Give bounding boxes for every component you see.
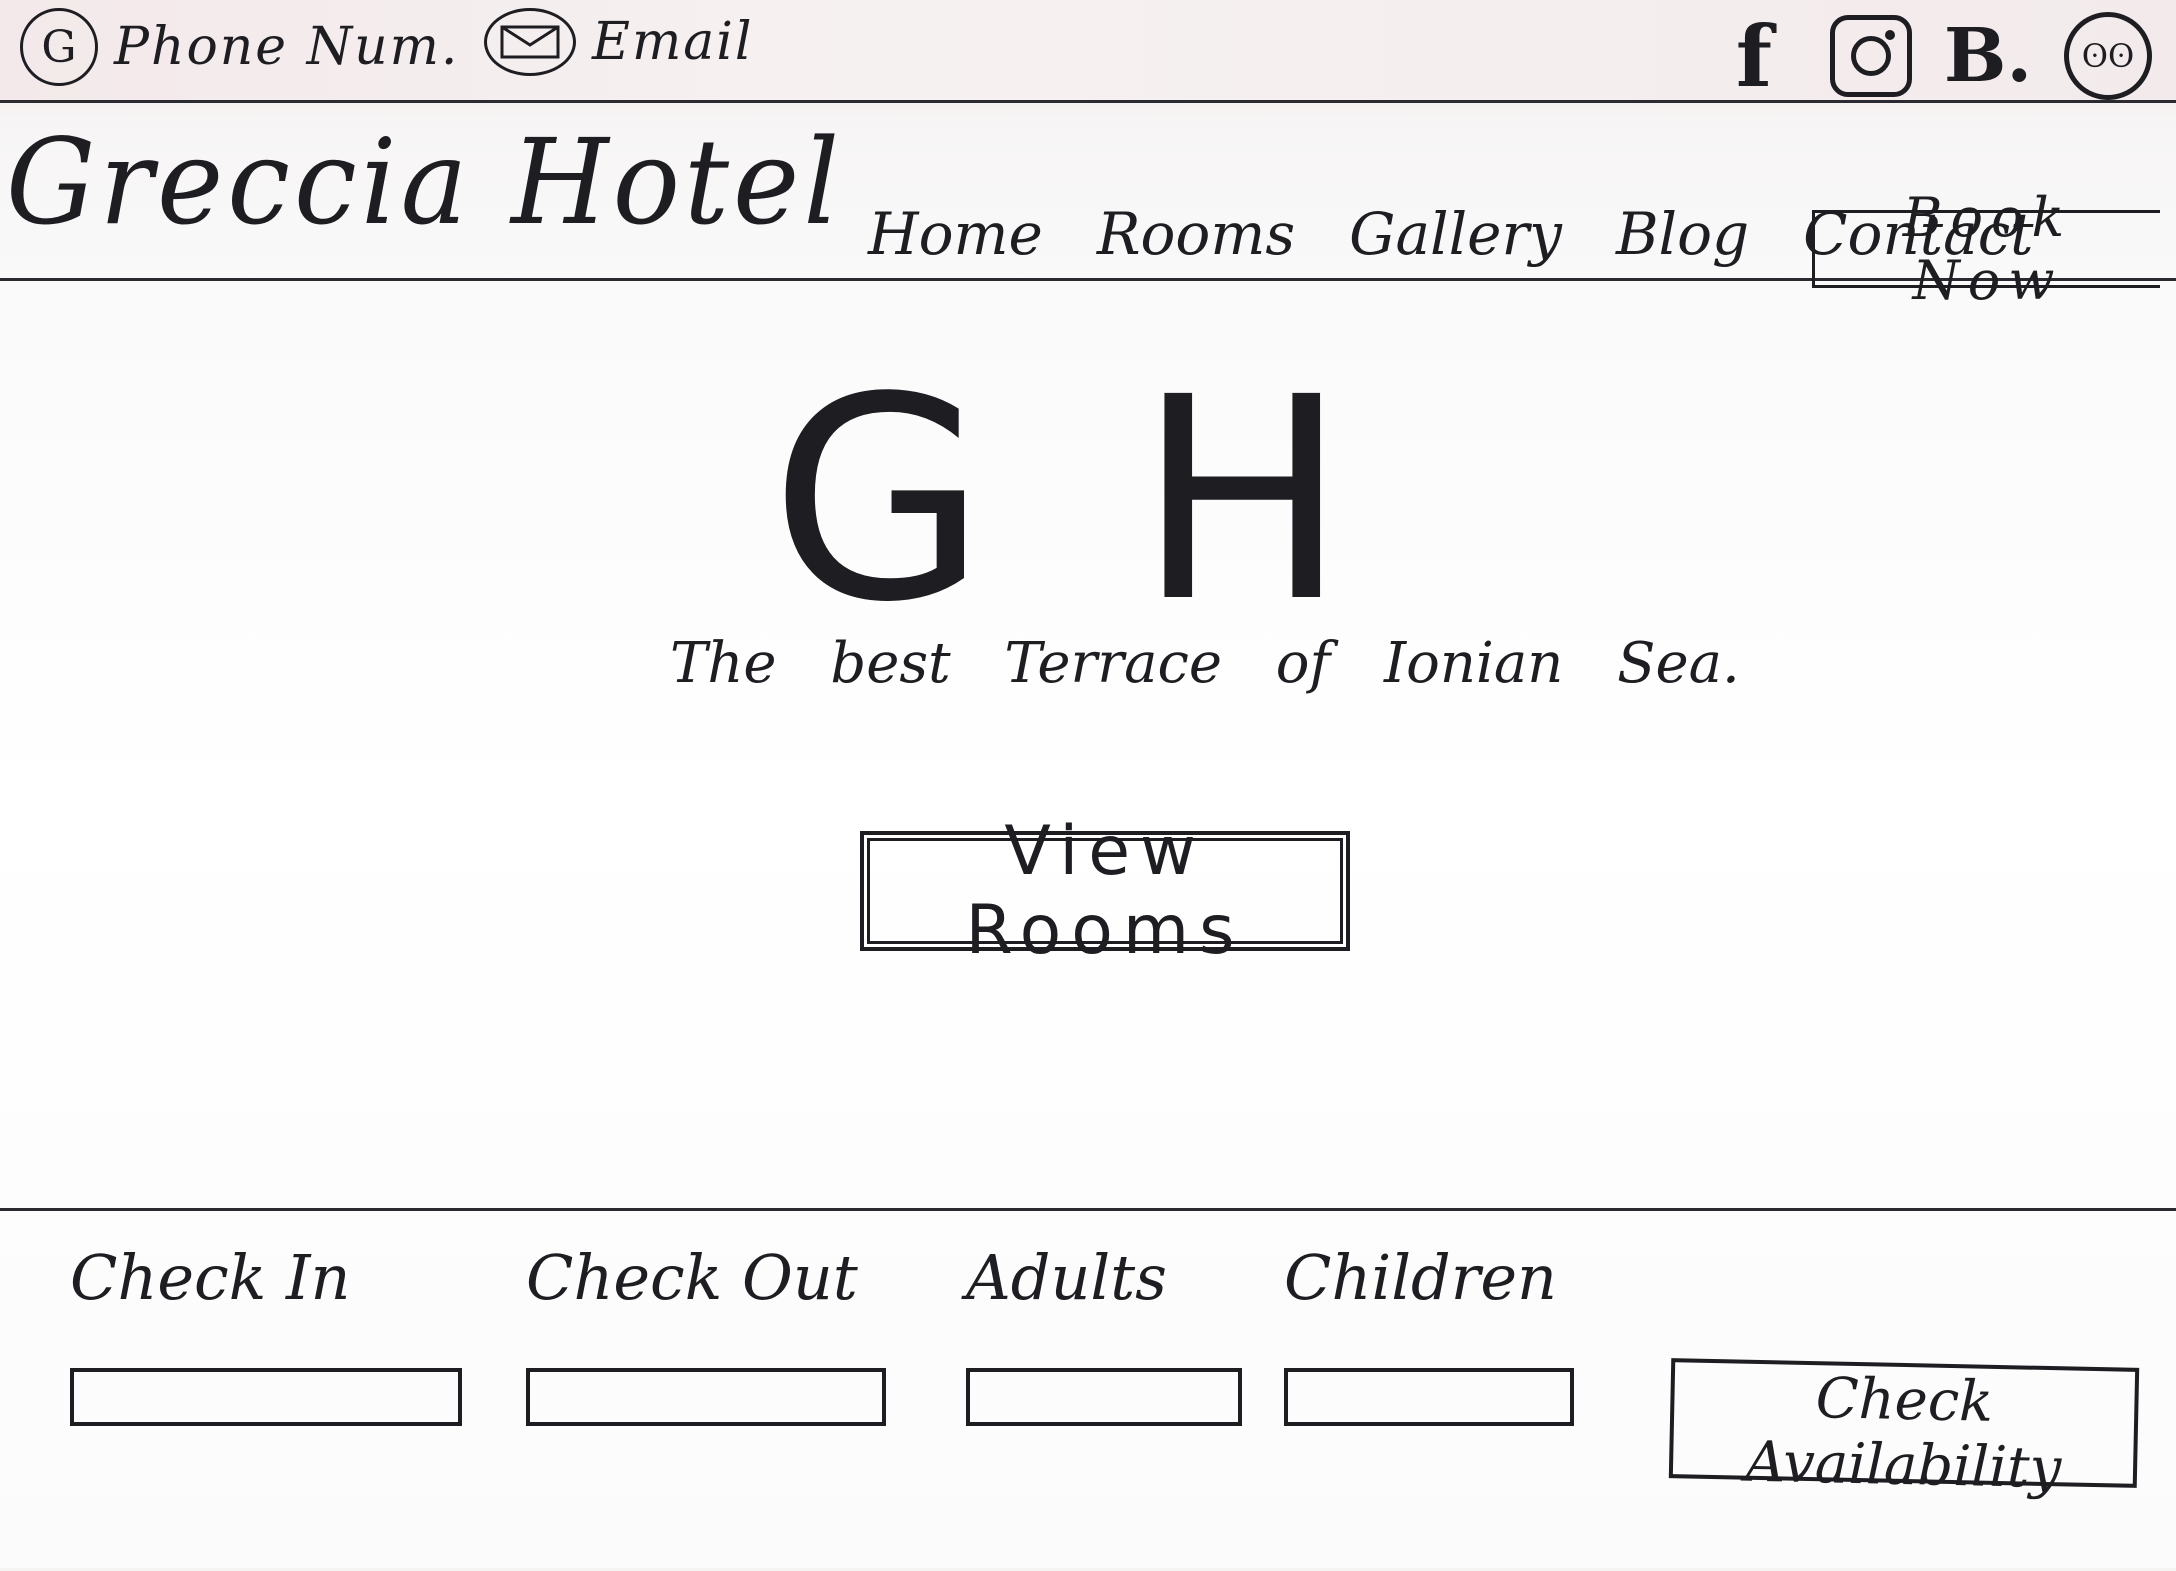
tripadvisor-icon[interactable]: ʘʘ xyxy=(2064,12,2152,100)
instagram-lens xyxy=(1851,36,1891,76)
view-rooms-button[interactable]: View Rooms xyxy=(860,812,1350,970)
check-out-field: Check Out xyxy=(526,1241,886,1426)
nav-rooms[interactable]: Rooms xyxy=(1097,200,1295,268)
booking-form: Check In Check Out Adults Children Check… xyxy=(0,1208,2176,1571)
social-links: f B. ʘʘ xyxy=(1712,7,2152,106)
nav-blog[interactable]: Blog xyxy=(1616,200,1749,268)
phone-contact[interactable]: G Phone Num. xyxy=(20,8,459,86)
book-now-button[interactable]: Book Now xyxy=(1812,186,2160,312)
check-availability-button[interactable]: Check Availability xyxy=(1668,1358,2140,1501)
adults-input[interactable] xyxy=(966,1368,1242,1426)
check-in-input[interactable] xyxy=(70,1368,462,1426)
nav-home[interactable]: Home xyxy=(868,200,1043,268)
check-in-field: Check In xyxy=(70,1241,462,1426)
email-icon xyxy=(484,8,576,76)
email-label: Email xyxy=(592,12,754,72)
check-out-label: Check Out xyxy=(526,1241,858,1314)
hero-tagline: The best Terrace of Ionian Sea. xyxy=(670,631,1740,696)
children-label: Children xyxy=(1284,1241,1557,1314)
main-header: Greccia Hotel Home Rooms Gallery Blog Co… xyxy=(0,100,2176,312)
instagram-dot xyxy=(1885,30,1895,40)
email-contact[interactable]: Email xyxy=(484,8,754,76)
children-field: Children xyxy=(1284,1241,1574,1426)
children-input[interactable] xyxy=(1284,1368,1574,1426)
brand-logo[interactable]: Greccia Hotel xyxy=(6,115,843,252)
instagram-icon[interactable] xyxy=(1830,15,1912,97)
hero-section: GH The best Terrace of Ionian Sea. View … xyxy=(0,281,2176,1208)
adults-label: Adults xyxy=(966,1241,1167,1314)
nav-gallery[interactable]: Gallery xyxy=(1349,200,1562,268)
phone-label: Phone Num. xyxy=(114,17,460,77)
phone-icon: G xyxy=(20,8,98,86)
check-out-input[interactable] xyxy=(526,1368,886,1426)
check-in-label: Check In xyxy=(70,1241,351,1314)
hero-monogram: GH xyxy=(770,338,1498,664)
booking-icon[interactable]: B. xyxy=(1944,13,2032,99)
facebook-icon[interactable]: f xyxy=(1712,7,1796,106)
adults-field: Adults xyxy=(966,1241,1242,1426)
top-contact-bar: G Phone Num. Email f B. ʘʘ xyxy=(0,0,2176,106)
